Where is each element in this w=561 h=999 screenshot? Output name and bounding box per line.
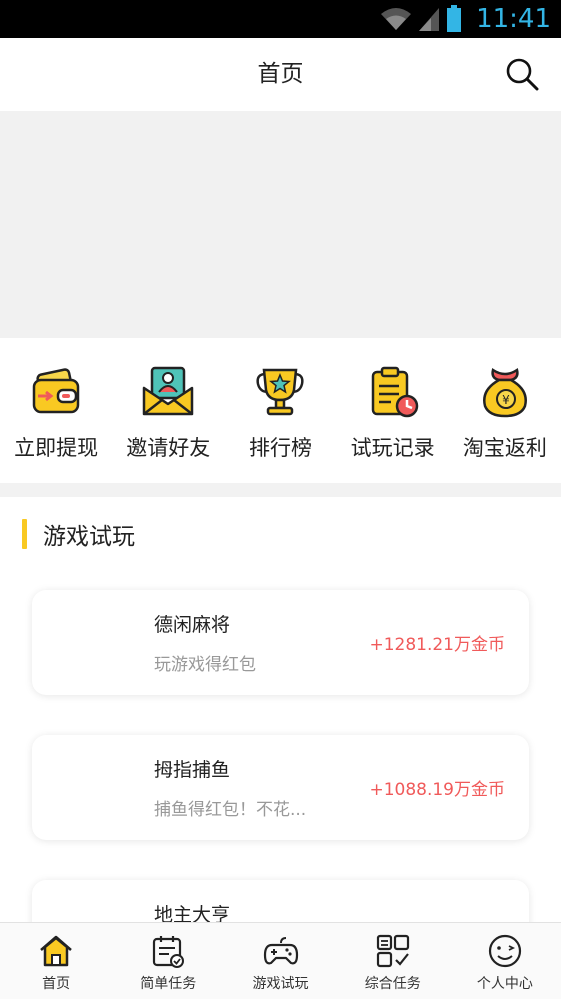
calendar-task-icon xyxy=(153,936,185,968)
home-icon xyxy=(40,935,72,967)
tab-label: 综合任务 xyxy=(364,976,421,992)
tab-label: 简单任务 xyxy=(140,976,197,992)
game-desc: 捕鱼得红包！不花... xyxy=(154,800,307,820)
grid-check-icon xyxy=(376,934,409,968)
section-header: 游戏试玩 xyxy=(22,518,135,550)
game-name: 拇指捕鱼 xyxy=(154,759,231,781)
tab-home[interactable]: 首页 xyxy=(0,923,112,999)
svg-text:¥: ¥ xyxy=(502,393,510,407)
page-title: 首页 xyxy=(257,61,304,87)
smiley-face-icon xyxy=(488,934,522,968)
menu-item-withdraw[interactable]: 立即提现 xyxy=(0,338,112,483)
trophy-icon xyxy=(256,368,305,416)
clock: 11:41 xyxy=(476,4,551,34)
menu-label: 试玩记录 xyxy=(350,436,435,460)
money-bag-icon: ¥ xyxy=(482,367,527,418)
tab-game-trial[interactable]: 游戏试玩 xyxy=(224,923,336,999)
tab-label: 游戏试玩 xyxy=(252,976,309,992)
tab-label: 个人中心 xyxy=(476,976,533,992)
section-title: 游戏试玩 xyxy=(43,524,135,550)
status-icons: 11:41 xyxy=(380,3,551,35)
game-desc: 玩游戏得红包 xyxy=(154,655,256,675)
menu-label: 淘宝返利 xyxy=(462,436,547,460)
quick-menu: 立即提现 邀请好友 排行榜 试玩记录 ¥ 淘宝返利 xyxy=(0,338,561,483)
game-card[interactable]: 德闲麻将 玩游戏得红包 +1281.21万金币 xyxy=(32,590,529,695)
battery-icon xyxy=(447,5,462,32)
tab-simple-task[interactable]: 简单任务 xyxy=(112,923,224,999)
search-icon[interactable] xyxy=(505,57,539,91)
wallet-icon xyxy=(32,368,80,414)
clipboard-clock-icon xyxy=(371,366,418,418)
menu-label: 立即提现 xyxy=(14,436,99,460)
status-bar: 11:41 xyxy=(0,0,561,38)
game-card[interactable]: 拇指捕鱼 捕鱼得红包！不花... +1088.19万金币 xyxy=(32,735,529,840)
title-bar: 首页 xyxy=(0,38,561,111)
menu-label: 邀请好友 xyxy=(126,436,211,460)
menu-item-leaderboard[interactable]: 排行榜 xyxy=(224,338,336,483)
game-name: 德闲麻将 xyxy=(154,614,231,636)
section-accent-bar xyxy=(22,519,27,549)
tab-personal-center[interactable]: 个人中心 xyxy=(449,923,561,999)
game-reward: +1281.21万金币 xyxy=(369,635,505,655)
tab-comprehensive-task[interactable]: 综合任务 xyxy=(337,923,449,999)
menu-item-invite[interactable]: 邀请好友 xyxy=(112,338,224,483)
menu-label: 排行榜 xyxy=(248,436,312,460)
tab-label: 首页 xyxy=(42,976,71,992)
section-divider xyxy=(0,483,561,497)
bottom-tab-bar: 首页 简单任务 游戏试玩 综合任务 个人中心 xyxy=(0,922,561,999)
game-reward: +1088.19万金币 xyxy=(369,780,505,800)
invite-envelope-icon xyxy=(143,366,194,416)
menu-item-trial-record[interactable]: 试玩记录 xyxy=(337,338,449,483)
banner-carousel[interactable] xyxy=(0,111,561,338)
gamepad-icon xyxy=(263,937,298,965)
signal-icon xyxy=(419,8,440,31)
wifi-icon xyxy=(381,8,412,30)
menu-item-taobao-rebate[interactable]: ¥ 淘宝返利 xyxy=(449,338,561,483)
